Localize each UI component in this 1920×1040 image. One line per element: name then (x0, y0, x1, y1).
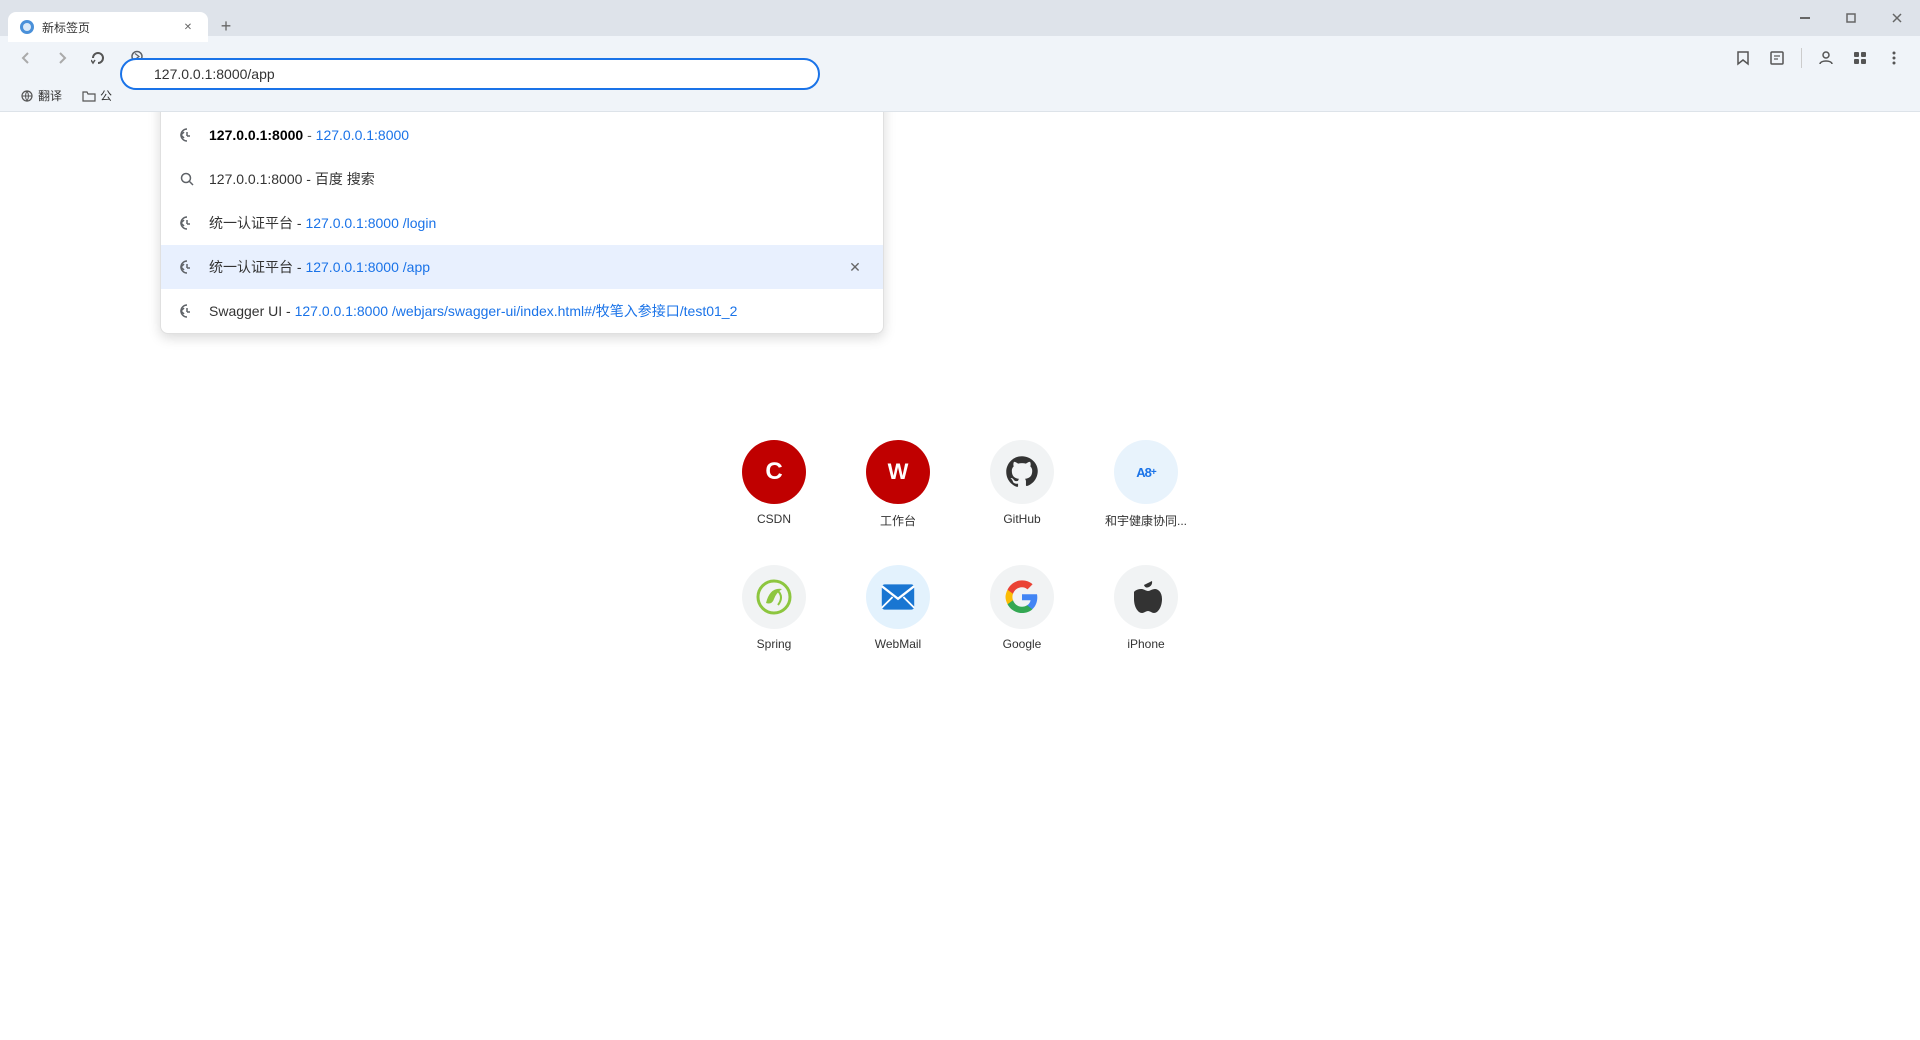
shortcut-worktable-label: 工作台 (880, 512, 916, 529)
bookmark-translate[interactable]: 翻译 (12, 84, 70, 108)
autocomplete-item-3[interactable]: 127.0.0.1:8000 - 百度 搜索 (161, 157, 883, 201)
reading-mode-button[interactable] (1763, 44, 1791, 72)
shortcut-github[interactable]: GitHub (972, 432, 1072, 537)
forward-button[interactable] (48, 44, 76, 72)
browser-window: 新标签页 ✕ + (0, 0, 1920, 1040)
autocomplete-text-4: 统一认证平台 - 127.0.0.1:8000 /login (209, 213, 867, 233)
tab-bar: 新标签页 ✕ + (8, 0, 1912, 36)
profile-button[interactable] (1812, 44, 1840, 72)
shortcut-google-label: Google (1003, 637, 1042, 651)
history-icon-2 (177, 125, 197, 145)
shortcut-health-label: 和宇健康协同... (1105, 512, 1187, 529)
spring-icon (742, 565, 806, 629)
search-icon-3 (177, 169, 197, 189)
bookmark-folder[interactable]: 公 (74, 84, 120, 108)
more-options-button[interactable] (1880, 44, 1908, 72)
tab-favicon (20, 20, 34, 34)
autocomplete-text-2: 127.0.0.1:8000 - 127.0.0.1:8000 (209, 127, 867, 143)
autocomplete-text-5: 统一认证平台 - 127.0.0.1:8000 /app (209, 257, 831, 277)
shortcut-iphone-label: iPhone (1127, 637, 1164, 651)
minimize-button[interactable] (1782, 0, 1828, 36)
maximize-button[interactable] (1828, 0, 1874, 36)
refresh-button[interactable] (84, 44, 112, 72)
shortcut-webmail[interactable]: WebMail (848, 557, 948, 659)
main-content: C CSDN W 工作台 GitHub (0, 112, 1920, 1040)
nav-bar (0, 36, 1920, 80)
autocomplete-item-2[interactable]: 127.0.0.1:8000 - 127.0.0.1:8000 (161, 113, 883, 157)
shortcut-iphone[interactable]: iPhone (1096, 557, 1196, 659)
autocomplete-item-6[interactable]: Swagger UI - 127.0.0.1:8000 /webjars/swa… (161, 289, 883, 333)
shortcut-csdn[interactable]: C CSDN (724, 432, 824, 537)
shortcut-worktable[interactable]: W 工作台 (848, 432, 948, 537)
autocomplete-item-5[interactable]: 统一认证平台 - 127.0.0.1:8000 /app ✕ (161, 245, 883, 289)
shortcuts-grid: C CSDN W 工作台 GitHub (724, 432, 1196, 659)
address-input[interactable] (120, 58, 820, 90)
shortcut-spring-label: Spring (757, 637, 792, 651)
shortcut-webmail-label: WebMail (875, 637, 921, 651)
autocomplete-text-6: Swagger UI - 127.0.0.1:8000 /webjars/swa… (209, 301, 867, 321)
back-button[interactable] (12, 44, 40, 72)
title-bar: 新标签页 ✕ + (0, 0, 1920, 36)
shortcut-github-label: GitHub (1003, 512, 1040, 526)
history-icon-6 (177, 301, 197, 321)
tab-title: 新标签页 (42, 19, 172, 36)
new-tab-button[interactable]: + (212, 12, 240, 40)
shortcut-health[interactable]: A8+ 和宇健康协同... (1096, 432, 1196, 537)
history-icon-5 (177, 257, 197, 277)
bookmark-translate-label: 翻译 (38, 87, 62, 104)
autocomplete-item-4[interactable]: 统一认证平台 - 127.0.0.1:8000 /login (161, 201, 883, 245)
autocomplete-dropdown: 127.0.0.1:8000/app 127.0.0.1:8000 - 127.… (160, 112, 884, 334)
extensions-button[interactable] (1846, 44, 1874, 72)
autocomplete-text-3: 127.0.0.1:8000 - 百度 搜索 (209, 169, 867, 189)
wps-icon: W (866, 440, 930, 504)
active-tab[interactable]: 新标签页 ✕ (8, 12, 208, 42)
github-icon (990, 440, 1054, 504)
csdn-icon: C (742, 440, 806, 504)
shortcut-csdn-label: CSDN (757, 512, 791, 526)
health-icon: A8+ (1114, 440, 1178, 504)
webmail-icon (866, 565, 930, 629)
apple-icon (1114, 565, 1178, 629)
toolbar-right (1729, 44, 1908, 72)
autocomplete-remove-button-5[interactable]: ✕ (843, 255, 867, 279)
close-button[interactable] (1874, 0, 1920, 36)
bookmark-this-page-button[interactable] (1729, 44, 1757, 72)
bookmark-folder-label: 公 (100, 87, 112, 104)
tab-close-button[interactable]: ✕ (180, 19, 196, 35)
shortcut-spring[interactable]: Spring (724, 557, 824, 659)
history-icon-4 (177, 213, 197, 233)
toolbar-separator (1801, 48, 1802, 68)
shortcut-google[interactable]: Google (972, 557, 1072, 659)
google-icon (990, 565, 1054, 629)
